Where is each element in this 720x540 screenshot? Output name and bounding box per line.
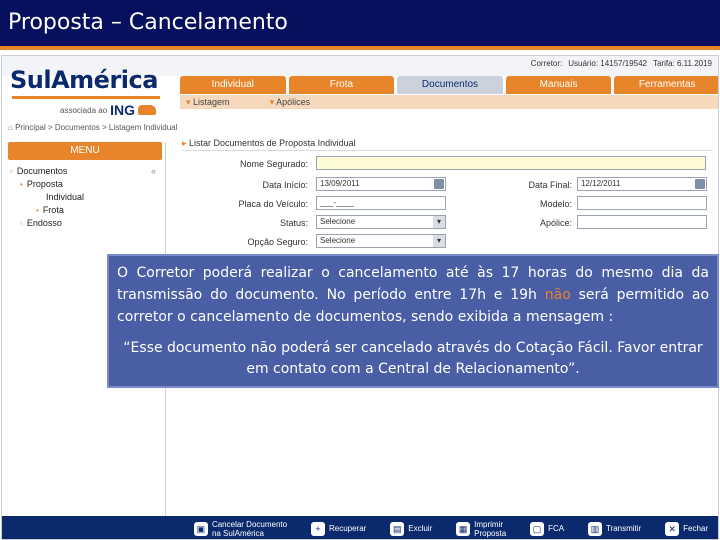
info-callout: O Corretor poderá realizar o cancelament… (107, 254, 719, 388)
data-inicio-value: 13/09/2011 (320, 179, 360, 188)
button-label: FCA (548, 524, 565, 533)
label-nome-segurado: Nome Segurado: (239, 159, 308, 169)
bullet-icon: • (36, 206, 39, 215)
label-data-final: Data Final: (528, 180, 572, 190)
callout-paragraph: O Corretor poderá realizar o cancelament… (117, 262, 709, 328)
cancel-document-button[interactable]: ▣ Cancelar Documento na SulAmérica (193, 519, 288, 538)
recover-icon: + (310, 521, 325, 536)
data-final-input[interactable]: 12/12/2011 (577, 177, 707, 191)
form-title: Listar Documentos de Proposta Individual (182, 138, 356, 149)
brand-underline (12, 96, 160, 99)
button-label-2: na SulAmérica (211, 528, 264, 538)
transmit-icon: ▥ (587, 521, 602, 536)
calendar-icon[interactable] (695, 179, 705, 189)
nome-segurado-input[interactable] (316, 156, 706, 170)
fca-button[interactable]: ▢ FCA (530, 521, 565, 536)
action-toolbar: ▣ Cancelar Documento na SulAmérica + Recu… (2, 516, 718, 539)
sidebar-item-documentos[interactable]: ▫ Documentos (10, 166, 67, 176)
sidebar-item-label: Individual (46, 192, 85, 202)
button-label: Cancelar Documento (211, 519, 288, 529)
button-label: Excluir (408, 524, 433, 533)
sidebar-item-label: Frota (42, 205, 64, 215)
data-final-value: 12/12/2011 (581, 179, 621, 188)
sidebar-item-label: Proposta (26, 179, 63, 189)
tab-ferramentas[interactable]: Ferramentas (614, 76, 718, 94)
brand-association: associada ao ING (60, 102, 170, 118)
label-placa: Placa do Veículo: (238, 199, 308, 209)
menu-header: MENU (8, 142, 162, 160)
brand-logo: SulAmérica associada ao ING (10, 66, 170, 126)
home-icon[interactable]: ⌂ (8, 123, 13, 132)
button-label-2: Proposta (474, 528, 507, 538)
sidebar-item-proposta[interactable]: • Proposta (20, 179, 63, 189)
sidebar-item-frota[interactable]: • Frota (36, 205, 64, 215)
opcao-seguro-select[interactable]: Selecione ▾ (316, 234, 446, 248)
chevron-down-icon[interactable]: ▾ (433, 235, 445, 247)
sidebar-item-label: Endosso (26, 218, 62, 228)
subnav-apolices[interactable]: Apólices (270, 95, 310, 109)
callout-quote: “Esse documento não poderá ser cancelado… (123, 340, 703, 377)
breadcrumb-path[interactable]: Principal > Documentos > Listagem Indivi… (15, 123, 177, 132)
placa-input[interactable]: ___-____ (316, 196, 446, 210)
label-apolice: Apólice: (539, 218, 572, 228)
bullet-icon: • (20, 180, 23, 189)
subnav-listagem[interactable]: Listagem (186, 95, 230, 109)
status-select[interactable]: Selecione ▾ (316, 215, 446, 229)
tab-documentos[interactable]: Documentos (397, 76, 503, 94)
label-data-inicio: Data Início: (262, 180, 308, 190)
print-proposal-button[interactable]: ▦ Imprimir Proposta (456, 520, 506, 538)
slide-title: Proposta – Cancelamento (8, 10, 288, 35)
transmit-button[interactable]: ▥ Transmitir (587, 521, 642, 536)
form-divider (182, 150, 712, 151)
tree-node-icon: ▫ (10, 167, 13, 176)
brand-name: SulAmérica (10, 66, 158, 94)
close-button[interactable]: ✕ Fechar (665, 521, 709, 536)
tab-individual[interactable]: Individual (180, 76, 286, 94)
tarifa-info: Tarifa: 6.11.2019 (652, 59, 712, 68)
button-label: Imprimir (474, 519, 504, 529)
corretor-info: Corretor: (530, 59, 563, 68)
collapse-icon[interactable]: « (151, 166, 156, 176)
label-status: Status: (279, 218, 308, 228)
callout-highlight: não (544, 287, 571, 303)
tab-frota[interactable]: Frota (288, 76, 395, 94)
print-icon: ▦ (456, 521, 471, 536)
sub-nav: Listagem Apólices (180, 95, 718, 109)
sidebar-item-endosso[interactable]: ▫ Endosso (20, 218, 62, 228)
brand-sub-text: associada ao (60, 105, 108, 115)
button-label: Fechar (683, 524, 709, 533)
usuario-info: Usuário: 14157/19542 (568, 59, 647, 68)
button-label: Transmitir (605, 524, 642, 533)
slide-header: Proposta – Cancelamento (0, 0, 720, 46)
main-nav: Individual Frota Documentos Manuais Ferr… (180, 76, 718, 94)
close-icon: ✕ (665, 521, 680, 536)
lion-icon (138, 105, 157, 115)
data-inicio-input[interactable]: 13/09/2011 (316, 177, 446, 191)
status-value: Selecione (320, 217, 356, 226)
label-modelo: Modelo: (539, 199, 572, 209)
apolice-input[interactable] (577, 215, 707, 229)
opcao-value: Selecione (320, 236, 356, 245)
fca-icon: ▢ (530, 521, 545, 536)
sidebar-item-label: Documentos (16, 166, 68, 176)
sidebar-item-individual[interactable]: Individual (46, 192, 84, 202)
slide-divider (0, 46, 720, 50)
tab-manuais[interactable]: Manuais (505, 76, 612, 94)
cancel-document-icon: ▣ (193, 521, 208, 536)
button-label: Recuperar (328, 524, 367, 533)
label-opcao-seguro: Opção Seguro: (247, 237, 308, 247)
breadcrumb: ⌂ Principal > Documentos > Listagem Indi… (8, 123, 177, 132)
delete-icon: ▤ (390, 521, 405, 536)
delete-button[interactable]: ▤ Excluir (390, 521, 433, 536)
partner-name: ING (110, 102, 136, 118)
modelo-input[interactable] (577, 196, 707, 210)
recover-button[interactable]: + Recuperar (310, 521, 367, 536)
tree-node-icon: ▫ (20, 219, 23, 228)
